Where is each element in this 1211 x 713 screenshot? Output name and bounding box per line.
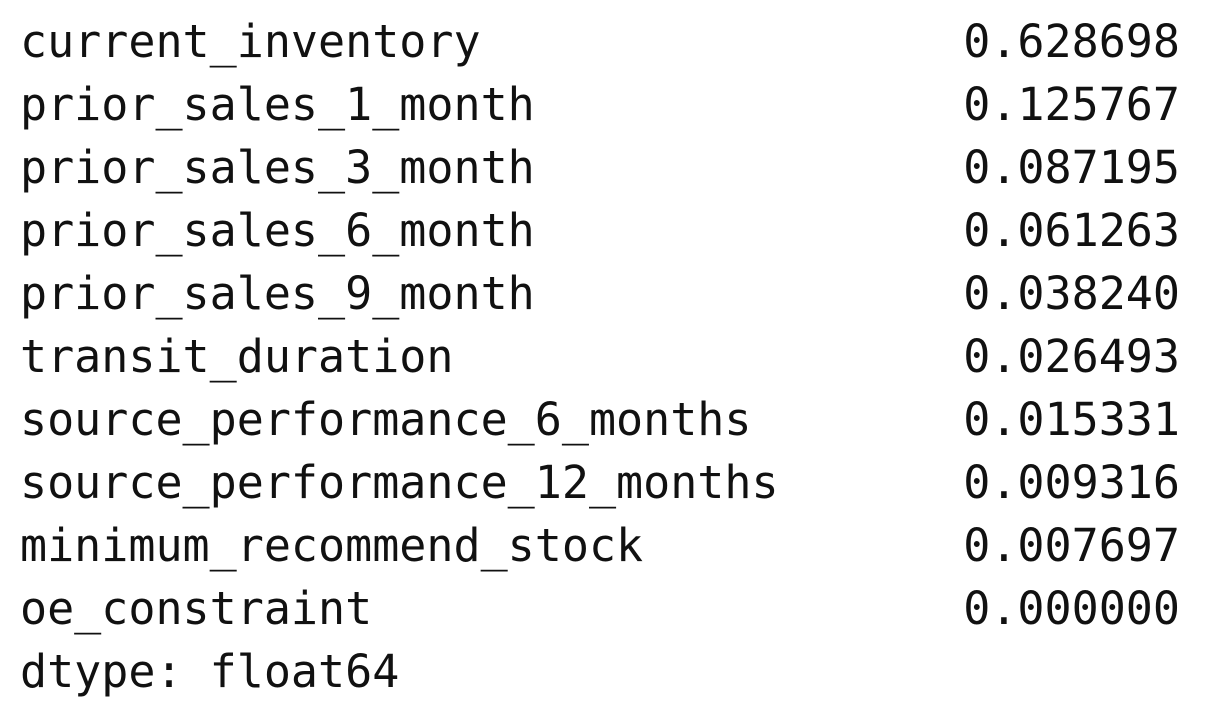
- value-label: 0.087195: [963, 141, 1180, 194]
- value-label: 0.628698: [963, 15, 1180, 68]
- series-row: prior_sales_9_month 0.038240: [20, 262, 1180, 325]
- series-row: source_performance_6_months 0.015331: [20, 388, 1180, 451]
- series-row: source_performance_12_months 0.009316: [20, 451, 1180, 514]
- series-row: prior_sales_6_month 0.061263: [20, 199, 1180, 262]
- series-row: current_inventory 0.628698: [20, 10, 1180, 73]
- dtype-row: dtype: float64: [20, 640, 1180, 703]
- index-label: transit_duration: [20, 330, 454, 383]
- index-label: prior_sales_6_month: [20, 204, 535, 257]
- index-label: source_performance_6_months: [20, 393, 752, 446]
- value-label: 0.026493: [963, 330, 1180, 383]
- index-label: prior_sales_1_month: [20, 78, 535, 131]
- index-label: prior_sales_3_month: [20, 141, 535, 194]
- index-label: prior_sales_9_month: [20, 267, 535, 320]
- series-row: minimum_recommend_stock 0.007697: [20, 514, 1180, 577]
- series-row: oe_constraint 0.000000: [20, 577, 1180, 640]
- dtype-label: dtype: float64: [20, 645, 400, 698]
- value-label: 0.000000: [963, 582, 1180, 635]
- series-row: prior_sales_3_month 0.087195: [20, 136, 1180, 199]
- value-label: 0.015331: [963, 393, 1180, 446]
- series-row: transit_duration 0.026493: [20, 325, 1180, 388]
- series-output: current_inventory 0.628698 prior_sales_1…: [20, 10, 1180, 703]
- value-label: 0.061263: [963, 204, 1180, 257]
- value-label: 0.009316: [963, 456, 1180, 509]
- value-label: 0.125767: [963, 78, 1180, 131]
- index-label: current_inventory: [20, 15, 481, 68]
- value-label: 0.007697: [963, 519, 1180, 572]
- index-label: source_performance_12_months: [20, 456, 779, 509]
- index-label: oe_constraint: [20, 582, 373, 635]
- index-label: minimum_recommend_stock: [20, 519, 644, 572]
- value-label: 0.038240: [963, 267, 1180, 320]
- series-row: prior_sales_1_month 0.125767: [20, 73, 1180, 136]
